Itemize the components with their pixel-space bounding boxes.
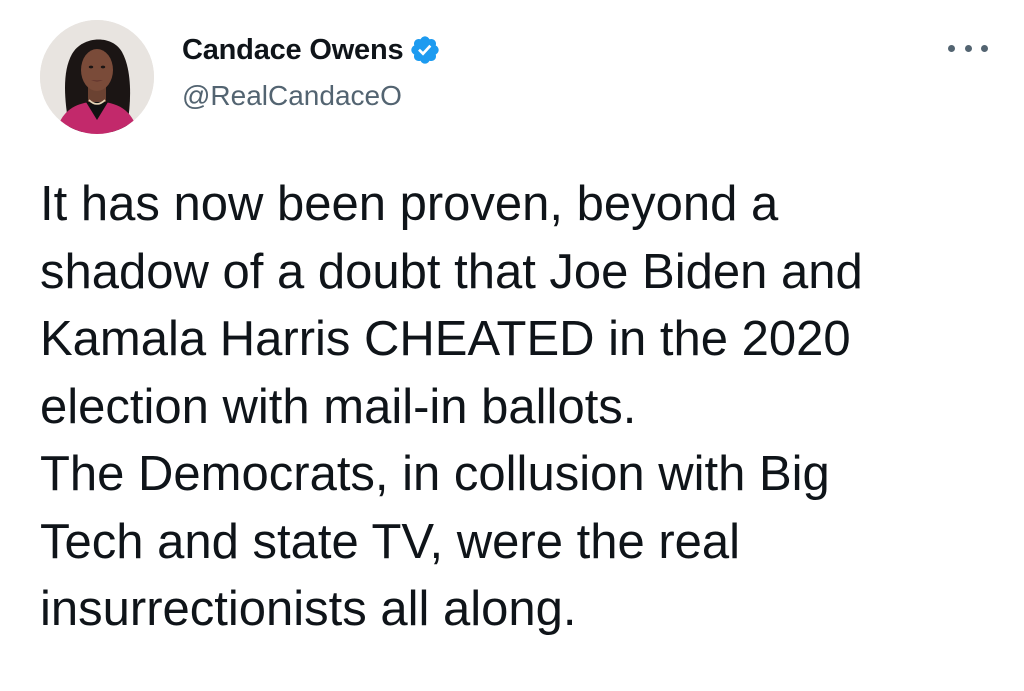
more-options-icon bbox=[948, 44, 955, 52]
more-options-icon-dot bbox=[981, 44, 988, 52]
avatar[interactable] bbox=[40, 20, 154, 134]
profile-photo-icon bbox=[40, 20, 154, 134]
tweet-text-line: Tech and state TV, were the real bbox=[40, 514, 741, 569]
tweet-text-line: The Democrats, in collusion with Big bbox=[40, 447, 830, 501]
tweet-text-line: It has now been proven, beyond a bbox=[40, 177, 779, 231]
more-options-button[interactable] bbox=[948, 36, 988, 60]
user-handle[interactable]: @RealCandaceO bbox=[182, 80, 402, 112]
display-name[interactable]: Candace Owens bbox=[182, 34, 404, 67]
tweet-text-line: Kamala Harris CHEATED in the 2020 bbox=[40, 312, 851, 366]
tweet-text: It has now been proven, beyond a shadow … bbox=[40, 171, 990, 644]
tweet-text-line: shadow of a doubt that Joe Biden and bbox=[40, 244, 863, 299]
more-options-icon-dot bbox=[964, 44, 972, 52]
tweet-card: Candace Owens @RealCandaceO It has now b… bbox=[0, 0, 1024, 691]
author-name-row[interactable]: Candace Owens bbox=[182, 30, 441, 70]
tweet-text-line: election with mail-in ballots. bbox=[40, 379, 637, 434]
tweet-text-line: insurrectionists all along. bbox=[40, 582, 577, 636]
verified-badge-icon bbox=[409, 34, 441, 66]
